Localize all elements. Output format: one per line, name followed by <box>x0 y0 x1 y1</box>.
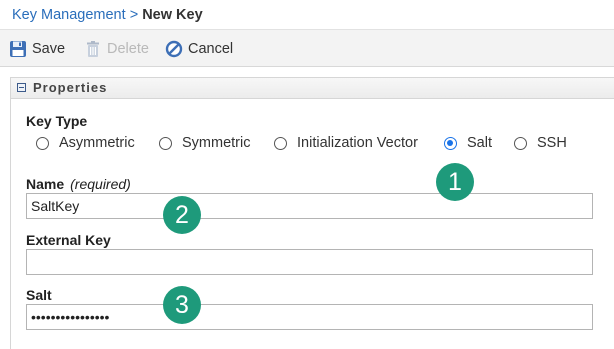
salt-field-label: Salt <box>26 287 52 303</box>
radio-salt[interactable]: Salt <box>444 135 492 151</box>
callout-badge-2: 2 <box>163 196 201 234</box>
breadcrumb-current: New Key <box>142 7 203 23</box>
radio-ssh[interactable]: SSH <box>514 135 567 151</box>
external-key-input[interactable] <box>26 249 593 275</box>
key-type-radio-group: Asymmetric Symmetric Initialization Vect… <box>36 135 596 155</box>
external-key-label: External Key <box>26 232 111 248</box>
properties-panel-title: Properties <box>33 80 108 95</box>
callout-badge-1: 1 <box>436 163 474 201</box>
radio-salt-label: Salt <box>467 135 492 151</box>
name-label-text: Name <box>26 176 65 192</box>
radio-salt-circle[interactable] <box>444 136 457 150</box>
breadcrumb-separator: > <box>129 7 139 23</box>
radio-asymmetric-label: Asymmetric <box>59 135 135 151</box>
delete-button-label: Delete <box>107 41 149 57</box>
name-required-hint: (required) <box>70 176 131 192</box>
delete-button[interactable]: Delete <box>84 39 149 59</box>
cancel-button[interactable]: Cancel <box>165 39 233 59</box>
key-type-label: Key Type <box>26 113 88 129</box>
name-input[interactable] <box>26 193 593 219</box>
floppy-disk-icon <box>9 40 27 58</box>
properties-panel-header: Properties <box>11 78 614 99</box>
save-button[interactable]: Save <box>9 39 65 59</box>
cancel-circle-icon <box>165 40 183 58</box>
breadcrumb: Key Management > New Key <box>12 6 203 24</box>
radio-asymmetric-circle[interactable] <box>36 136 49 150</box>
salt-input[interactable] <box>26 304 593 330</box>
breadcrumb-key-management-link[interactable]: Key Management <box>12 7 126 23</box>
radio-ssh-label: SSH <box>537 135 567 151</box>
callout-badge-3: 3 <box>163 286 201 324</box>
radio-symmetric-label: Symmetric <box>182 135 251 151</box>
radio-symmetric[interactable]: Symmetric <box>159 135 250 151</box>
trash-can-icon <box>84 40 102 58</box>
radio-initialization-vector-circle[interactable] <box>274 136 287 150</box>
radio-asymmetric[interactable]: Asymmetric <box>36 135 135 151</box>
radio-ssh-circle[interactable] <box>514 136 527 150</box>
radio-symmetric-circle[interactable] <box>159 136 172 150</box>
name-field-label: Name (required) <box>26 176 131 192</box>
toolbar: Save Delete Cancel <box>0 29 614 67</box>
radio-initialization-vector-label: Initialization Vector <box>297 135 418 151</box>
radio-initialization-vector[interactable]: Initialization Vector <box>274 135 418 151</box>
cancel-button-label: Cancel <box>188 41 234 57</box>
collapse-minus-icon[interactable] <box>17 83 26 92</box>
save-button-label: Save <box>32 41 66 57</box>
